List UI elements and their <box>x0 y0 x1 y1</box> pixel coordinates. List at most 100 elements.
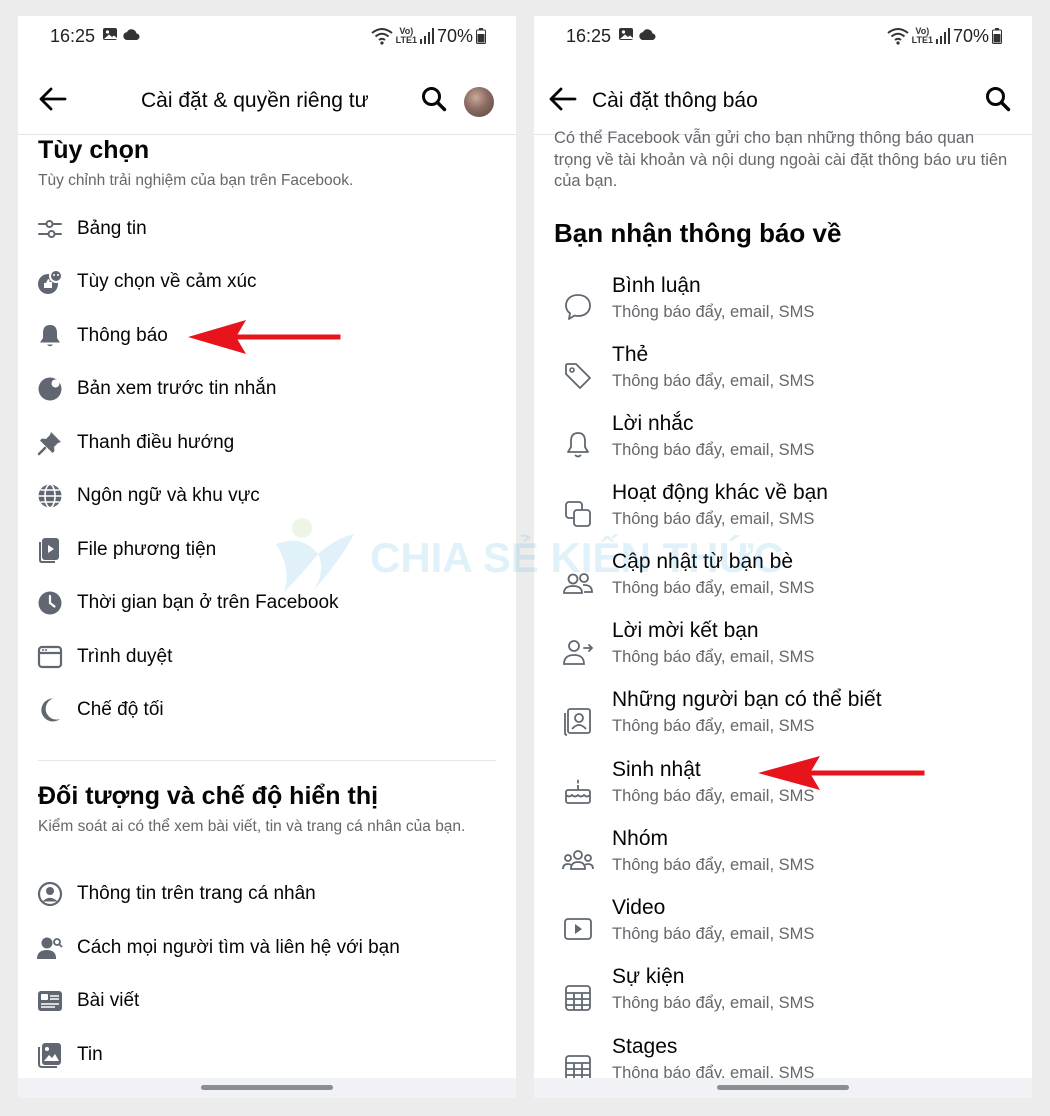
notification-item-title: Video <box>612 896 666 919</box>
stories-icon <box>37 1042 63 1068</box>
priority-notice-text: Có thể Facebook vẫn gửi cho bạn những th… <box>554 129 1008 190</box>
red-arrow-annotation-notifications <box>188 320 341 354</box>
globe-icon <box>37 483 63 509</box>
status-indicators: Vo) LTE1 70% <box>371 25 486 47</box>
settings-item-dark-mode[interactable]: Chế độ tối <box>18 688 516 732</box>
battery-icon <box>992 28 1002 44</box>
section-divider <box>38 760 496 761</box>
cloud-notification-icon <box>639 29 656 40</box>
notification-item-friend-updates[interactable]: Cập nhật từ bạn bè Thông báo đẩy, email,… <box>534 550 1032 616</box>
notification-item-title: Những người bạn có thể biết <box>612 688 882 711</box>
notification-item-comments[interactable]: Bình luận Thông báo đẩy, email, SMS <box>534 274 1032 340</box>
notification-item-title: Lời mời kết bạn <box>612 619 759 642</box>
page-title: Cài đặt & quyền riêng tư <box>141 89 369 112</box>
status-bar: 16:25 Vo) LTE1 70% <box>18 16 516 58</box>
section-subtitle-audience: Kiểm soát ai có thể xem bài viết, tin và… <box>38 818 466 835</box>
search-button[interactable] <box>982 83 1014 115</box>
notification-item-channels: Thông báo đẩy, email, SMS <box>612 372 815 390</box>
notification-item-title: Sinh nhật <box>612 758 701 781</box>
notification-item-channels: Thông báo đẩy, email, SMS <box>612 648 815 666</box>
settings-item-posts[interactable]: Bài viết <box>18 979 516 1023</box>
notification-item-title: Stages <box>612 1035 678 1058</box>
notification-item-channels: Thông báo đẩy, email, SMS <box>612 441 815 459</box>
section-title-audience: Đối tượng và chế độ hiển thị <box>38 782 379 810</box>
find-people-icon <box>37 935 63 961</box>
notification-item-people-you-may-know[interactable]: Những người bạn có thể biết Thông báo đẩ… <box>534 688 1032 754</box>
arrow-left-icon <box>549 87 577 111</box>
settings-item-reactions[interactable]: Tùy chọn về cảm xúc <box>18 260 516 304</box>
avatar[interactable] <box>464 87 494 117</box>
profile-icon <box>37 881 63 907</box>
settings-item-label: Tùy chọn về cảm xúc <box>77 271 257 292</box>
search-icon <box>986 87 1011 112</box>
browser-icon <box>37 644 63 670</box>
settings-item-media-files[interactable]: File phương tiện <box>18 528 516 572</box>
cake-icon <box>561 774 595 808</box>
section-title-preferences: Tùy chọn <box>38 136 150 164</box>
back-button[interactable] <box>36 82 70 116</box>
settings-item-time-on-facebook[interactable]: Thời gian bạn ở trên Facebook <box>18 581 516 625</box>
settings-item-label: Chế độ tối <box>77 699 164 720</box>
pin-icon <box>37 430 63 456</box>
app-bar: Cài đặt thông báo <box>534 62 1032 135</box>
settings-item-label: Cách mọi người tìm và liên hệ với bạn <box>77 937 400 958</box>
settings-item-label: Thông báo <box>77 325 168 346</box>
red-arrow-annotation-birthdays <box>758 756 925 790</box>
wifi-icon <box>371 28 393 45</box>
layers-icon <box>561 497 595 531</box>
bell-icon <box>561 428 595 462</box>
home-handle[interactable] <box>201 1085 333 1090</box>
settings-item-stories[interactable]: Tin <box>18 1033 516 1077</box>
settings-item-label: Thời gian bạn ở trên Facebook <box>77 592 339 613</box>
notification-item-title: Lời nhắc <box>612 412 694 435</box>
settings-item-language-region[interactable]: Ngôn ngữ và khu vực <box>18 474 516 518</box>
notification-item-title: Bình luận <box>612 274 701 297</box>
notification-item-tags[interactable]: Thẻ Thông báo đẩy, email, SMS <box>534 343 1032 409</box>
friends-icon <box>561 566 595 600</box>
lte-indicator: Vo) LTE1 <box>911 26 933 45</box>
home-handle[interactable] <box>717 1085 849 1090</box>
notification-item-channels: Thông báo đẩy, email, SMS <box>612 856 815 874</box>
settings-privacy-screen: 16:25 Vo) LTE1 70% Cài đặt & quyền riêng … <box>18 16 516 1098</box>
notification-item-video[interactable]: Video Thông báo đẩy, email, SMS <box>534 896 1032 962</box>
battery-icon <box>476 28 486 44</box>
battery-percent: 70% <box>436 25 473 46</box>
notification-item-other-activity[interactable]: Hoạt động khác về bạn Thông báo đẩy, ema… <box>534 481 1032 547</box>
settings-item-navigation-bar[interactable]: Thanh điều hướng <box>18 421 516 465</box>
clock-icon <box>37 590 63 616</box>
bell-icon <box>37 323 63 349</box>
reactions-icon <box>37 269 63 295</box>
settings-item-news-feed[interactable]: Bảng tin <box>18 207 516 251</box>
back-button[interactable] <box>546 82 580 116</box>
notification-settings-screen: 16:25 Vo) LTE1 70% Cài đặt thông báo Có t… <box>534 16 1032 1098</box>
notification-item-channels: Thông báo đẩy, email, SMS <box>612 925 815 943</box>
notification-item-title: Thẻ <box>612 343 649 366</box>
battery-percent: 70% <box>952 25 989 46</box>
contact-card-icon <box>561 704 595 738</box>
sliders-icon <box>37 216 63 242</box>
media-file-icon <box>37 537 63 563</box>
settings-item-browser[interactable]: Trình duyệt <box>18 635 516 679</box>
status-indicators: Vo) LTE1 70% <box>887 25 1002 47</box>
settings-item-profile-info[interactable]: Thông tin trên trang cá nhân <box>18 872 516 916</box>
settings-item-label: File phương tiện <box>77 539 217 560</box>
friend-request-icon <box>561 635 595 669</box>
settings-item-message-preview[interactable]: Bản xem trước tin nhắn <box>18 367 516 411</box>
notification-item-reminders[interactable]: Lời nhắc Thông báo đẩy, email, SMS <box>534 412 1032 478</box>
tag-icon <box>561 359 595 393</box>
signal-icon <box>419 28 434 44</box>
settings-item-find-contact[interactable]: Cách mọi người tìm và liên hệ với bạn <box>18 926 516 970</box>
notification-item-groups[interactable]: Nhóm Thông báo đẩy, email, SMS <box>534 827 1032 893</box>
section-subtitle-preferences: Tùy chỉnh trải nghiệm của bạn trên Faceb… <box>38 172 354 189</box>
signal-icon <box>935 28 950 44</box>
groups-icon <box>561 843 595 877</box>
notification-item-title: Hoạt động khác về bạn <box>612 481 828 504</box>
page-title: Cài đặt thông báo <box>592 89 758 112</box>
status-time: 16:25 <box>566 26 612 46</box>
notification-item-friend-requests[interactable]: Lời mời kết bạn Thông báo đẩy, email, SM… <box>534 619 1032 685</box>
gallery-notification-icon <box>103 28 117 40</box>
post-icon <box>37 988 63 1014</box>
notification-item-channels: Thông báo đẩy, email, SMS <box>612 994 815 1012</box>
notification-item-events[interactable]: Sự kiện Thông báo đẩy, email, SMS <box>534 965 1032 1031</box>
search-button[interactable] <box>418 83 450 115</box>
